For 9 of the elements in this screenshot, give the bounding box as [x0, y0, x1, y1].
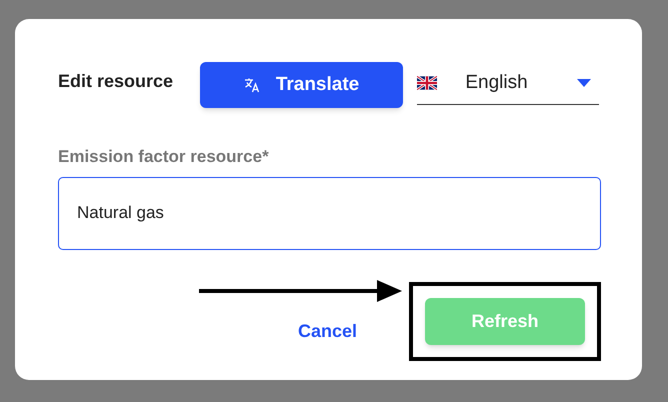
dialog-title: Edit resource	[58, 70, 174, 93]
field-label: Emission factor resource*	[58, 146, 270, 168]
translate-icon	[244, 77, 260, 93]
translate-button[interactable]: Translate	[200, 62, 404, 108]
language-select[interactable]: English	[417, 62, 599, 105]
uk-flag-icon	[417, 76, 438, 90]
cancel-button[interactable]: Cancel	[298, 318, 357, 344]
dropdown-caret-icon	[577, 79, 591, 87]
input-field[interactable]: Natural gas	[58, 176, 601, 250]
